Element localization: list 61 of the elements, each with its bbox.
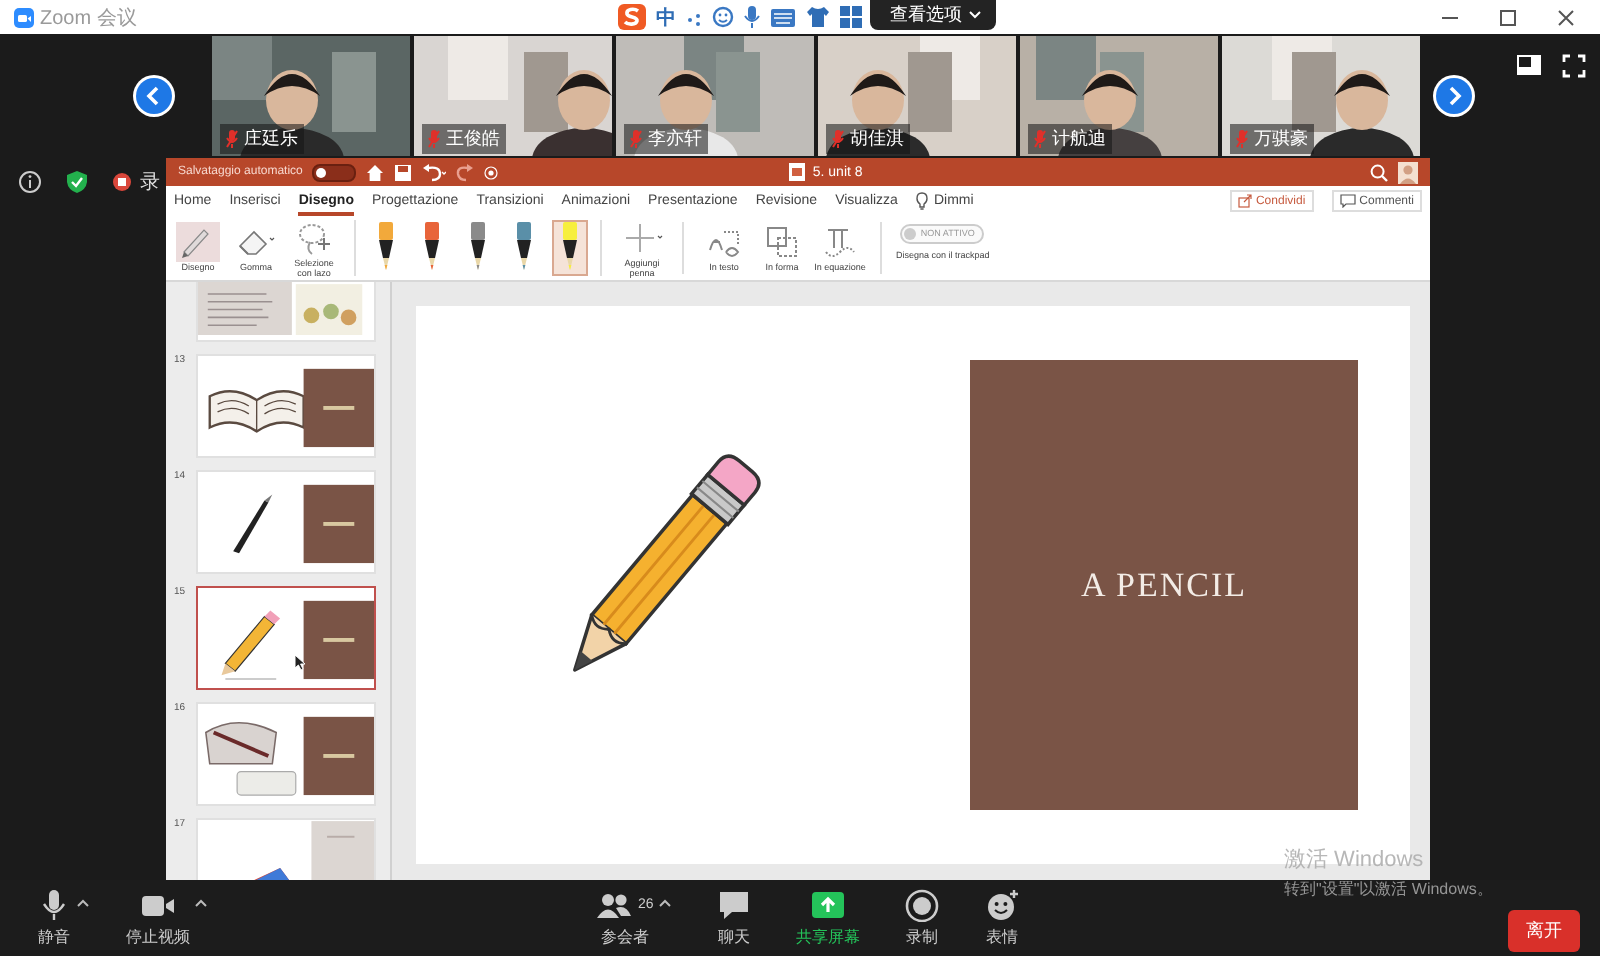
zoom-logo-icon <box>14 7 34 27</box>
record-icon <box>903 888 940 922</box>
toolbar-button[interactable]: 停止视频 <box>126 888 190 948</box>
redo-icon[interactable] <box>456 163 475 181</box>
people-icon <box>596 888 632 922</box>
ink-to-shape-icon <box>762 222 802 263</box>
lightbulb-icon <box>915 191 928 209</box>
grid-icon[interactable] <box>840 6 862 28</box>
participant-name: 计航迪 <box>1052 126 1106 152</box>
microphone-icon[interactable] <box>744 5 760 29</box>
recording-icon <box>112 172 132 192</box>
leave-meeting-button[interactable]: 离开 <box>1508 909 1580 951</box>
toolbar-button[interactable]: 静音 <box>36 888 72 948</box>
toolbar-button[interactable]: 聊天 <box>715 888 752 948</box>
maximize-icon[interactable] <box>1498 7 1518 27</box>
pen-icon <box>176 222 220 263</box>
shield-icon[interactable] <box>66 170 88 194</box>
menu-caret-button[interactable] <box>194 898 208 908</box>
search-icon[interactable] <box>1370 163 1388 181</box>
toolbar-button[interactable]: 录制 <box>903 888 940 948</box>
view-options-button[interactable]: 查看选项 <box>870 0 996 30</box>
home-icon[interactable] <box>366 163 385 181</box>
window-title: Zoom 会议 <box>40 5 137 31</box>
ime-logo-icon[interactable] <box>618 4 646 30</box>
info-icon[interactable] <box>18 170 42 194</box>
participant-name: 胡佳淇 <box>850 126 904 152</box>
smiley-icon <box>983 888 1020 922</box>
participant-name: 王俊皓 <box>446 126 500 152</box>
activation-notice-title: 激活 Windows <box>1284 848 1426 874</box>
chat-bubble-icon <box>715 888 752 922</box>
emoji-icon[interactable] <box>712 6 734 28</box>
mouse-pointer-icon <box>294 654 306 670</box>
fullscreen-icon[interactable] <box>1562 54 1586 78</box>
layout-icon[interactable] <box>1516 54 1542 76</box>
previous-page-button[interactable] <box>132 74 176 118</box>
comment-icon <box>1339 194 1356 208</box>
autosave-toggle[interactable] <box>312 163 357 181</box>
caret-icon <box>968 10 982 20</box>
keyboard-icon[interactable] <box>770 7 796 27</box>
participant-name: 庄廷乐 <box>244 126 298 152</box>
user-icon[interactable] <box>1398 161 1418 183</box>
shirt-icon[interactable] <box>806 6 830 28</box>
toolbar-button[interactable]: 表情 <box>983 888 1020 948</box>
next-page-button[interactable] <box>1432 74 1476 118</box>
document-icon <box>788 162 807 182</box>
close-icon[interactable] <box>1556 7 1576 27</box>
menu-caret-button[interactable] <box>76 898 90 908</box>
participant-name: 李亦轩 <box>648 126 702 152</box>
save-icon[interactable] <box>394 163 413 181</box>
recording-label: 录 <box>140 170 160 196</box>
customize-icon[interactable] <box>484 165 499 179</box>
undo-icon[interactable] <box>422 163 447 181</box>
menu-caret-button[interactable] <box>657 898 672 908</box>
share-screen-icon <box>809 888 846 922</box>
activation-notice-text: 转到"设置"以激活 Windows。 <box>1284 878 1493 900</box>
ime-mode-toggle[interactable]: 中 <box>656 3 676 31</box>
toolbar-button[interactable]: 共享屏幕 <box>795 888 860 948</box>
share-icon <box>1237 194 1252 208</box>
slide-title: A PENCIL <box>1080 565 1248 605</box>
participant-name: 万骐豪 <box>1254 126 1308 152</box>
pen-swatch[interactable] <box>552 220 588 276</box>
